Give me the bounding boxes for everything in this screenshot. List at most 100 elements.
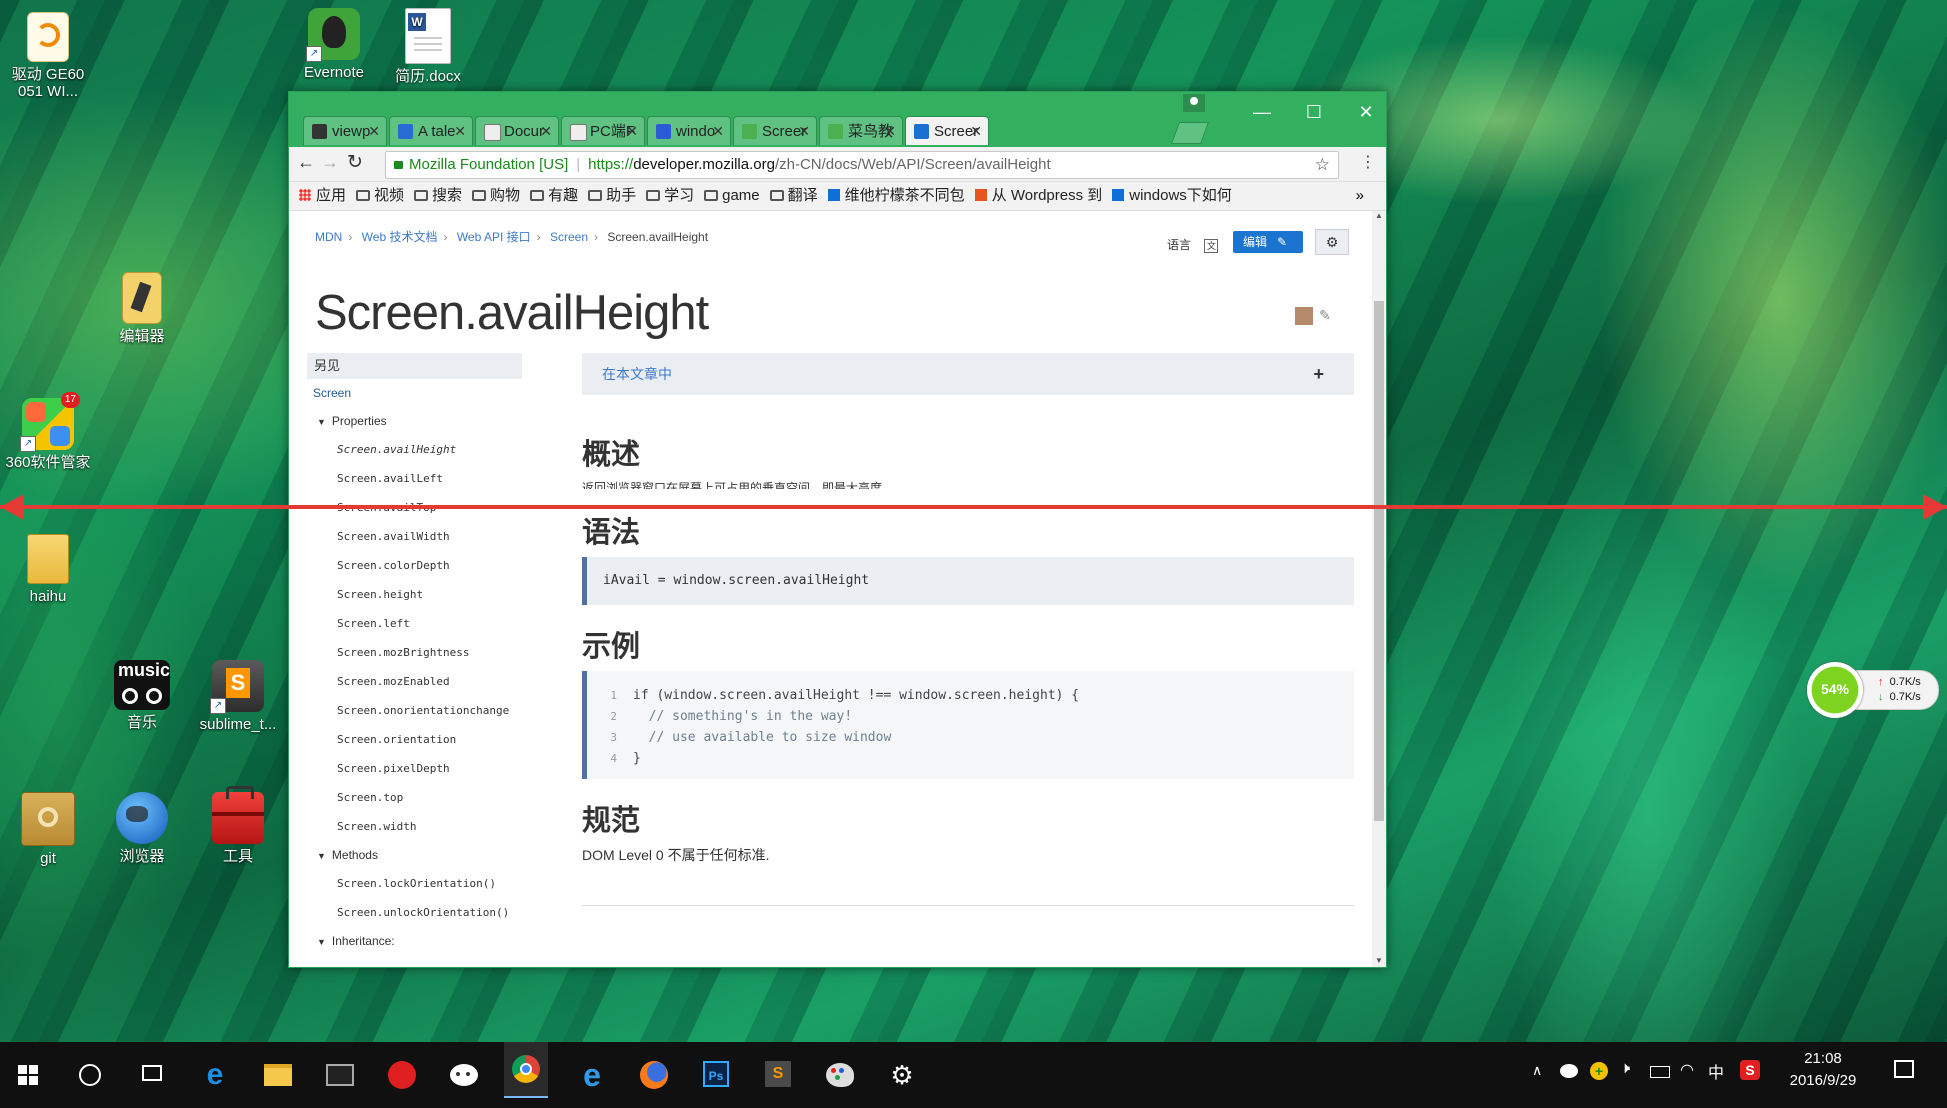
360-software-manager-shortcut[interactable]: 17 ↗ 360软件管家: [0, 392, 96, 471]
taskbar-chrome[interactable]: [504, 1042, 548, 1098]
bookmark-star-icon[interactable]: ☆: [1315, 152, 1330, 178]
tab-close-icon[interactable]: ✕: [454, 117, 466, 145]
action-center-button[interactable]: [1894, 1060, 1914, 1078]
sidebar-link[interactable]: Screen.unlockOrientation(): [337, 898, 522, 927]
sidebar-link[interactable]: Screen.availLeft: [337, 464, 522, 493]
tools-shortcut[interactable]: 工具: [190, 786, 286, 865]
tab-2[interactable]: A tale ✕: [389, 116, 473, 145]
profile-icon[interactable]: [1183, 94, 1205, 112]
settings-button[interactable]: ⚙: [1315, 229, 1349, 255]
taskbar-internet-explorer[interactable]: e: [570, 1054, 614, 1096]
taskbar-edge[interactable]: e: [193, 1054, 237, 1096]
breadcrumb-mdn[interactable]: MDN: [315, 230, 342, 244]
address-bar[interactable]: Mozilla Foundation [US] | https://develope…: [385, 151, 1339, 179]
taskbar-photoshop[interactable]: Ps: [694, 1054, 738, 1096]
contributors-icon[interactable]: ✎: [1319, 307, 1331, 324]
bookmark-item[interactable]: 有趣: [530, 182, 578, 210]
sidebar-item-screen[interactable]: Screen: [307, 379, 522, 407]
sidebar-link[interactable]: Screen.colorDepth: [337, 551, 522, 580]
network-speed-widget[interactable]: ↑ 0.7K/s ↓ 0.7K/s 54%: [1807, 662, 1940, 718]
bookmark-item[interactable]: 学习: [646, 182, 694, 210]
tab-1[interactable]: viewp ✕: [303, 116, 387, 145]
battery-icon[interactable]: [1650, 1066, 1670, 1078]
breadcrumb-web-api[interactable]: Web API 接口: [457, 230, 531, 244]
sidebar-link[interactable]: Screen.width: [337, 812, 522, 841]
back-icon[interactable]: ←: [297, 152, 315, 173]
edit-button[interactable]: 编辑 ✎: [1233, 231, 1303, 253]
resume-docx-file[interactable]: W 简历.docx: [380, 8, 476, 85]
menu-icon[interactable]: ⋮: [1360, 152, 1376, 172]
tab-4[interactable]: PC端F ✕: [561, 116, 645, 145]
sidebar-link[interactable]: Screen.lockOrientation(): [337, 869, 522, 898]
tab-8[interactable]: Screer ✕: [905, 116, 989, 145]
breadcrumb-web-docs[interactable]: Web 技术文档: [362, 230, 438, 244]
tab-6[interactable]: Screer ✕: [733, 116, 817, 145]
bookmark-item[interactable]: game: [704, 182, 760, 210]
task-view-button[interactable]: [130, 1054, 174, 1096]
bookmark-item[interactable]: 购物: [472, 182, 520, 210]
reload-icon[interactable]: ↻: [347, 151, 363, 174]
sidebar-link[interactable]: Screen.availWidth: [337, 522, 522, 551]
bookmark-item[interactable]: 视频: [356, 182, 404, 210]
taskbar-firefox[interactable]: [632, 1054, 676, 1096]
sublime-text-shortcut[interactable]: S ↗ sublime_t...: [190, 660, 286, 733]
tab-close-icon[interactable]: ✕: [540, 117, 552, 145]
360-tray-icon[interactable]: +: [1590, 1062, 1608, 1080]
new-tab-button[interactable]: [1170, 122, 1210, 144]
taskbar-sublime[interactable]: S: [756, 1054, 800, 1096]
sidebar-link[interactable]: Screen.availHeight: [337, 435, 522, 464]
scroll-down-icon[interactable]: ▼: [1375, 956, 1383, 965]
show-hidden-icons-button[interactable]: ∧: [1532, 1062, 1542, 1079]
sidebar-link[interactable]: Screen.mozBrightness: [337, 638, 522, 667]
sogou-ime-icon[interactable]: S: [1740, 1060, 1760, 1080]
evernote-shortcut[interactable]: ↗ Evernote: [286, 8, 382, 81]
bookmark-item[interactable]: 翻译: [769, 182, 818, 210]
sidebar-link[interactable]: Screen.mozEnabled: [337, 667, 522, 696]
forward-icon[interactable]: →: [321, 152, 339, 173]
sidebar-link[interactable]: Screen.top: [337, 783, 522, 812]
editor-shortcut[interactable]: 编辑器: [94, 272, 190, 345]
scrollbar-thumb[interactable]: [1374, 301, 1384, 821]
sidebar-link[interactable]: Screen.orientation: [337, 725, 522, 754]
bookmark-item[interactable]: 从 Wordpress 到: [974, 182, 1102, 210]
scroll-up-icon[interactable]: ▲: [1375, 211, 1383, 220]
tab-close-icon[interactable]: ✕: [970, 117, 982, 145]
table-of-contents-toggle[interactable]: 在本文章中 +: [582, 353, 1354, 395]
taskbar-file-explorer[interactable]: [256, 1054, 300, 1096]
clock[interactable]: 21:08 2016/9/29: [1778, 1048, 1868, 1092]
wifi-icon[interactable]: ◠: [1680, 1060, 1694, 1080]
haihu-folder[interactable]: haihu: [0, 534, 96, 605]
bookmark-item[interactable]: 搜索: [414, 182, 462, 210]
bookmarks-overflow-button[interactable]: »: [1356, 182, 1364, 210]
tab-close-icon[interactable]: ✕: [626, 117, 638, 145]
tab-close-icon[interactable]: ✕: [798, 117, 810, 145]
tab-7[interactable]: 菜鸟教 ✕: [819, 116, 903, 145]
sidebar-link[interactable]: Screen.onorientationchange: [337, 696, 522, 725]
start-button[interactable]: [6, 1054, 50, 1096]
taskbar-netease-music[interactable]: [380, 1054, 424, 1096]
taskbar-settings[interactable]: ⚙: [880, 1054, 924, 1096]
git-folder[interactable]: git: [0, 792, 96, 867]
cortana-search-button[interactable]: [68, 1054, 112, 1096]
tab-5[interactable]: windo ✕: [647, 116, 731, 145]
browser-shortcut[interactable]: 浏览器: [94, 792, 190, 865]
music-shortcut[interactable]: music 音乐: [94, 660, 190, 731]
language-button[interactable]: 语言 文: [1167, 236, 1219, 253]
sidebar-inheritance-toggle[interactable]: ▼ Inheritance:: [307, 927, 522, 955]
bookmark-item[interactable]: 应用: [299, 182, 346, 210]
taskbar-paint[interactable]: [818, 1054, 862, 1096]
ime-indicator[interactable]: 中: [1708, 1059, 1724, 1083]
close-window-button[interactable]: ✕: [1346, 100, 1386, 124]
tab-3[interactable]: Docur ✕: [475, 116, 559, 145]
vertical-scrollbar[interactable]: ▲ ▼: [1372, 211, 1386, 967]
bookmark-item[interactable]: 维他柠檬茶不同包: [827, 182, 965, 210]
tab-close-icon[interactable]: ✕: [368, 117, 380, 145]
breadcrumb-screen[interactable]: Screen: [550, 230, 588, 244]
sidebar-methods-toggle[interactable]: ▼ Methods: [307, 841, 522, 869]
bookmark-item[interactable]: 助手: [588, 182, 636, 210]
contributors-avatar[interactable]: [1295, 307, 1313, 325]
tab-close-icon[interactable]: ✕: [884, 117, 896, 145]
taskbar-terminal[interactable]: [318, 1054, 362, 1096]
sidebar-link[interactable]: Screen.pixelDepth: [337, 754, 522, 783]
bookmark-item[interactable]: windows下如何: [1112, 182, 1232, 210]
